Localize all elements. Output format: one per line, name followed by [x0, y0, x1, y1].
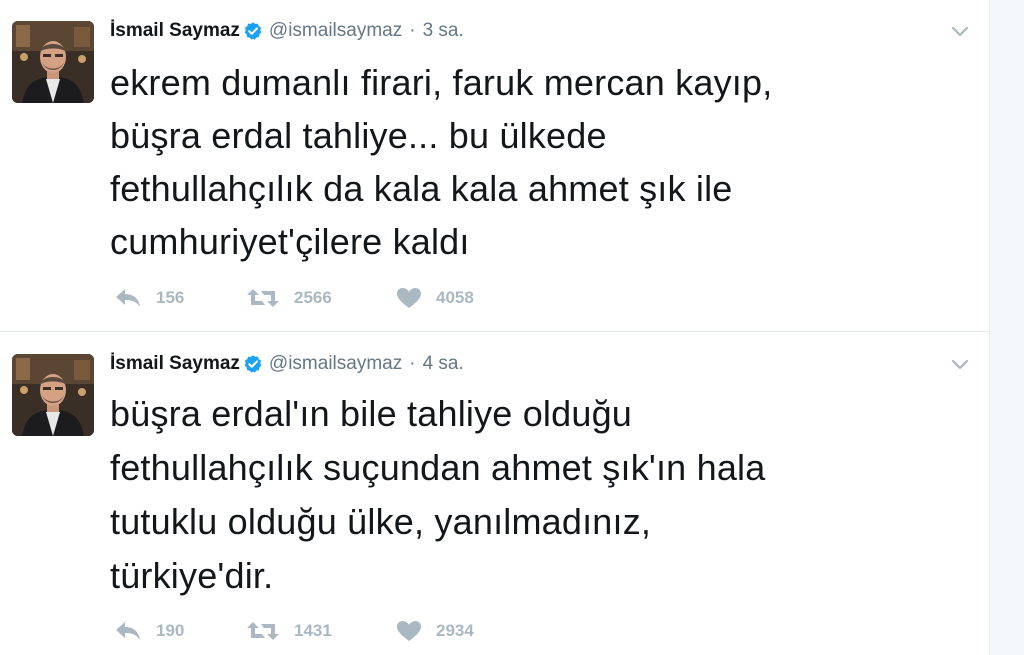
reply-button[interactable]: 156 [114, 287, 246, 309]
tweet-feed: İsmail Saymaz @ismailsaymaz · 3 sa. ekre… [0, 0, 989, 655]
like-button[interactable]: 4058 [396, 287, 516, 309]
reply-icon [114, 620, 142, 642]
tweet-header: İsmail Saymaz @ismailsaymaz · 4 sa. [110, 349, 464, 379]
tweet-actions: 190 1431 2934 [114, 618, 516, 644]
timeline-page: İsmail Saymaz @ismailsaymaz · 3 sa. ekre… [0, 0, 1024, 655]
heart-icon [396, 620, 422, 642]
avatar[interactable] [12, 21, 94, 103]
retweet-count: 2566 [294, 288, 332, 307]
timestamp[interactable]: 4 sa. [423, 353, 464, 375]
right-gutter [989, 0, 1024, 655]
timestamp[interactable]: 3 sa. [423, 20, 464, 42]
reply-button[interactable]: 190 [114, 620, 246, 642]
tweet[interactable]: İsmail Saymaz @ismailsaymaz · 4 sa. büşr… [0, 333, 989, 655]
tweet-text: ekrem dumanlı firari, faruk mercan kayıp… [110, 62, 773, 262]
like-button[interactable]: 2934 [396, 620, 516, 642]
like-count: 4058 [436, 288, 474, 307]
separator-dot: · [409, 20, 416, 41]
reply-count: 190 [156, 621, 185, 640]
username-handle[interactable]: @ismailsaymaz [269, 20, 402, 42]
retweet-icon [246, 287, 280, 309]
username-handle[interactable]: @ismailsaymaz [269, 353, 402, 375]
retweet-icon [246, 620, 280, 642]
chevron-down-icon[interactable] [949, 353, 971, 375]
retweet-count: 1431 [294, 621, 332, 640]
retweet-button[interactable]: 1431 [246, 620, 396, 642]
retweet-button[interactable]: 2566 [246, 287, 396, 309]
tweet-header: İsmail Saymaz @ismailsaymaz · 3 sa. [110, 16, 464, 46]
heart-icon [396, 287, 422, 309]
reply-icon [114, 287, 142, 309]
tweet-text: büşra erdal'ın bile tahliye olduğu fethu… [110, 393, 766, 596]
verified-badge-icon [243, 354, 263, 374]
reply-count: 156 [156, 288, 185, 307]
like-count: 2934 [436, 621, 474, 640]
tweet-actions: 156 2566 4058 [114, 285, 516, 311]
display-name[interactable]: İsmail Saymaz [110, 20, 240, 42]
display-name[interactable]: İsmail Saymaz [110, 353, 240, 375]
chevron-down-icon[interactable] [949, 20, 971, 42]
separator-dot: · [409, 353, 416, 374]
tweet[interactable]: İsmail Saymaz @ismailsaymaz · 3 sa. ekre… [0, 0, 989, 332]
verified-badge-icon [243, 21, 263, 41]
avatar[interactable] [12, 354, 94, 436]
